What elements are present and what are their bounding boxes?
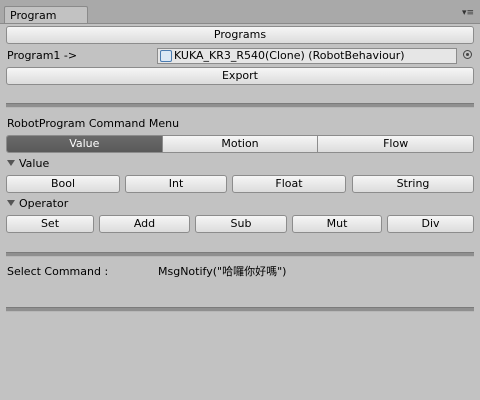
foldout-arrow-icon [7,200,15,206]
divider [6,307,474,312]
programs-button[interactable]: Programs [6,26,474,44]
mut-button[interactable]: Mut [292,215,382,233]
divider [6,252,474,257]
target-icon[interactable] [463,50,472,59]
select-command-label: Select Command : [7,265,109,278]
command-menu-title: RobotProgram Command Menu [7,117,180,130]
robot-object-value: KUKA_KR3_R540(Clone) (RobotBehaviour) [174,49,405,62]
export-button[interactable]: Export [6,67,474,85]
operator-foldout[interactable]: Operator [7,197,68,211]
sub-button[interactable]: Sub [195,215,287,233]
int-button[interactable]: Int [125,175,227,193]
string-button[interactable]: String [352,175,474,193]
value-foldout[interactable]: Value [7,157,49,171]
program-label: Program1 -> [7,49,78,62]
float-button[interactable]: Float [232,175,346,193]
tab-flow[interactable]: Flow [317,136,473,152]
value-foldout-label: Value [19,157,50,170]
tab-motion[interactable]: Motion [161,136,318,152]
add-button[interactable]: Add [99,215,190,233]
bool-button[interactable]: Bool [6,175,120,193]
command-tabs: Value Motion Flow [6,135,474,153]
tab-program[interactable]: Program [4,6,88,23]
tab-bar: Program ▾≡ [0,0,480,24]
foldout-arrow-icon [7,160,15,166]
robot-object-field[interactable]: KUKA_KR3_R540(Clone) (RobotBehaviour) [157,48,457,64]
operator-foldout-label: Operator [19,197,69,210]
divider [6,103,474,108]
set-button[interactable]: Set [6,215,94,233]
select-command-value: MsgNotify("哈囉你好嗎") [158,265,287,278]
div-button[interactable]: Div [387,215,474,233]
program-window: Program ▾≡ Programs Program1 -> KUKA_KR3… [0,0,480,400]
object-icon [160,50,172,62]
menu-icon[interactable]: ▾≡ [462,8,474,18]
tab-value[interactable]: Value [7,136,162,152]
